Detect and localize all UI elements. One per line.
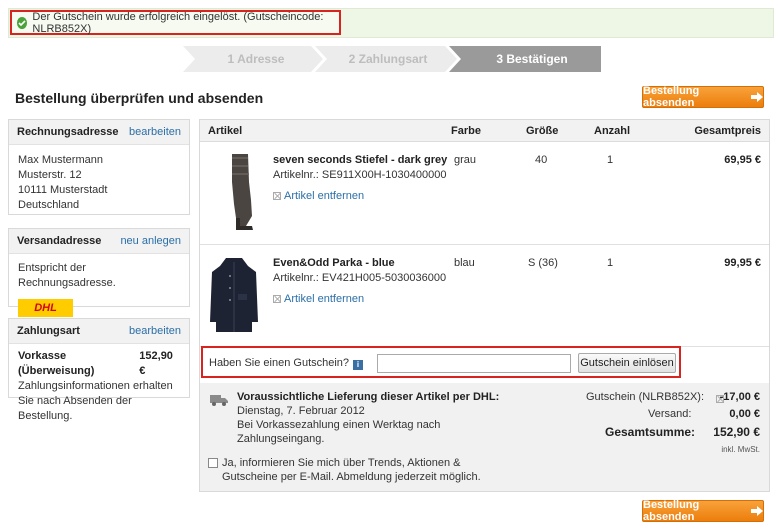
item-name[interactable]: seven seconds Stiefel - dark grey — [273, 154, 447, 166]
success-text: Der Gutschein wurde erfolgreich eingelös… — [32, 10, 324, 35]
success-message: Der Gutschein wurde erfolgreich eingelös… — [10, 10, 341, 35]
remove-item-link[interactable]: Artikel entfernen — [273, 190, 364, 202]
voucher-section: Haben Sie einen Gutschein? i Gutschein ei… — [201, 346, 681, 378]
info-icon[interactable]: i — [353, 359, 364, 370]
total-label: Gesamtsumme: — [605, 425, 696, 439]
arrow-right-icon — [751, 92, 763, 102]
billing-city: 10111 Musterstadt — [18, 184, 108, 196]
delivery-title: Voraussichtliche Lieferung dieser Artike… — [237, 391, 500, 403]
remove-label: Artikel entfernen — [284, 190, 365, 202]
voucher-question: Haben Sie einen Gutschein? i — [209, 357, 364, 370]
item-color: blau — [454, 257, 475, 269]
submit-order-label: Bestellung absenden — [643, 85, 700, 109]
voucher-question-text: Haben Sie einen Gutschein? — [209, 357, 350, 369]
shipping-title: Versandadresse — [17, 235, 102, 247]
item-size: S (36) — [528, 257, 558, 269]
remove-label: Artikel entfernen — [284, 293, 365, 305]
shipping-summary-label: Versand: — [648, 408, 692, 420]
submit-order-button-bottom[interactable]: Bestellung absenden — [642, 499, 764, 523]
voucher-summary-value: -17,00 € — [719, 391, 760, 403]
payment-edit-link[interactable]: bearbeiten — [129, 325, 181, 337]
dhl-logo: DHL — [18, 299, 73, 317]
billing-country: Deutschland — [18, 199, 80, 211]
remove-item-link[interactable]: Artikel entfernen — [273, 293, 364, 305]
header-qty: Anzahl — [594, 125, 631, 137]
step-address: 1 Adresse — [227, 52, 285, 66]
voucher-code-input[interactable] — [377, 354, 571, 373]
item-sku: Artikelnr.: EV421H005-5030036000 — [273, 272, 447, 284]
billing-address-box: Rechnungsadresse bearbeiten Max Musterma… — [8, 119, 190, 215]
submit-order-label: Bestellung absenden — [643, 499, 700, 523]
billing-edit-link[interactable]: bearbeiten — [129, 126, 181, 138]
step-payment: 2 Zahlungsart — [348, 52, 428, 66]
row-divider — [200, 244, 769, 245]
shipping-summary-value: 0,00 € — [729, 408, 760, 420]
header-color: Farbe — [451, 125, 481, 137]
item-sku: Artikelnr.: SE911X00H-1030400000 — [273, 169, 447, 181]
item-price: 69,95 € — [724, 154, 761, 166]
table-header: Artikel Farbe Größe Anzahl Gesamtpreis — [200, 120, 769, 142]
page-title: Bestellung überprüfen und absenden — [15, 90, 264, 106]
header-article: Artikel — [208, 125, 243, 137]
arrow-right-icon — [751, 506, 763, 516]
payment-note: Zahlungsinformationen erhalten Sie nach … — [18, 380, 173, 422]
newsletter-checkbox[interactable] — [208, 458, 218, 468]
truck-icon — [210, 395, 228, 406]
check-icon — [17, 16, 28, 29]
payment-title: Zahlungsart — [17, 325, 80, 337]
shipping-text: Entspricht der Rechnungsadresse. — [18, 262, 116, 289]
remove-icon — [273, 295, 281, 303]
payment-amount: 152,90 € — [139, 350, 173, 377]
parka-image — [210, 258, 258, 332]
billing-street: Musterstr. 12 — [18, 169, 82, 181]
payment-box: Zahlungsart bearbeiten Vorkasse (Überwei… — [8, 318, 190, 422]
delivery-note-1: Bei Vorkassezahlung einen Werktag nach — [237, 419, 441, 431]
payment-method: Vorkasse (Überweisung) — [18, 350, 95, 377]
checkout-steps: 1 Adresse 2 Zahlungsart 3 Bestätigen — [183, 46, 601, 72]
shipping-address-box: Versandadresse neu anlegen Entspricht de… — [8, 228, 190, 317]
total-value: 152,90 € — [713, 425, 760, 439]
voucher-summary-label: Gutschein (NLRB852X): — [586, 391, 704, 403]
boot-image — [232, 154, 253, 230]
billing-name: Max Mustermann — [18, 154, 103, 166]
vat-note: inkl. MwSt. — [721, 445, 760, 454]
item-color: grau — [454, 154, 477, 166]
newsletter-label-1[interactable]: Ja, informieren Sie mich über Trends, Ak… — [222, 457, 460, 469]
item-price: 99,95 € — [724, 257, 761, 269]
header-size: Größe — [526, 125, 559, 137]
item-qty: 1 — [607, 154, 614, 166]
item-qty: 1 — [607, 257, 614, 269]
delivery-note-2: Zahlungseingang. — [237, 433, 325, 445]
item-size: 40 — [535, 154, 548, 166]
submit-order-button-top[interactable]: Bestellung absenden — [642, 85, 764, 109]
billing-title: Rechnungsadresse — [17, 126, 119, 138]
newsletter-label-2[interactable]: Gutscheine per E-Mail. Abmeldung jederze… — [222, 471, 481, 483]
header-total: Gesamtpreis — [694, 125, 761, 137]
shipping-new-link[interactable]: neu anlegen — [120, 235, 181, 247]
remove-icon — [273, 192, 281, 200]
step-confirm: 3 Bestätigen — [496, 52, 568, 66]
delivery-date: Dienstag, 7. Februar 2012 — [237, 405, 365, 417]
delivery-summary-area: Voraussichtliche Lieferung dieser Artike… — [200, 383, 769, 491]
redeem-voucher-button[interactable]: Gutschein einlösen — [578, 353, 676, 373]
item-name[interactable]: Even&Odd Parka - blue — [273, 257, 395, 269]
